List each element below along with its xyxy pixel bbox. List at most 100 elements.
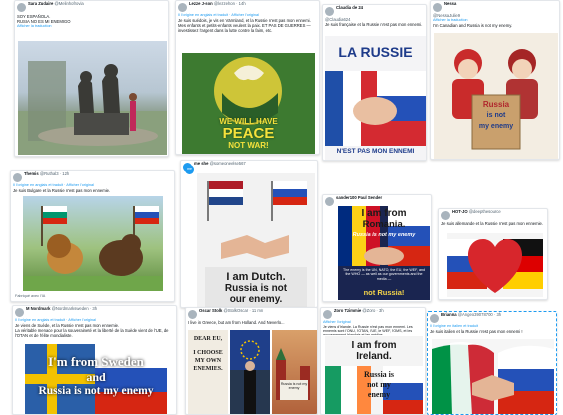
panel-1-line-2: I CHOOSE — [193, 350, 223, 356]
peace-poster[interactable]: WE WILL HAVE PEACE NOT WAR! — [182, 53, 315, 154]
lion-bear-image[interactable] — [23, 196, 163, 291]
tweet-text: I'm Canadian and Russia is not my enemy. — [433, 22, 513, 28]
tweet-sweden[interactable]: M Nordmark @Nordmarksweden · 3h Il l'ori… — [12, 305, 177, 415]
kremlin-scene — [276, 348, 310, 400]
author-name[interactable]: Nessa — [444, 1, 456, 6]
author-handle: @StolkOscar · 11 mn — [223, 308, 264, 313]
author-name[interactable]: Sara Zudaire — [28, 1, 53, 6]
heart-icon — [467, 239, 523, 293]
tweet-dutch[interactable]: me she @someoneelse567 me I am Dutch. Ru… — [180, 160, 318, 308]
tweet-themis[interactable]: Themis @Ruthal3 · 12h Il l'origine en an… — [10, 170, 175, 302]
author-name[interactable]: HOT-JO — [452, 209, 468, 214]
eu-figure — [230, 330, 270, 414]
poster-line-1: I am from — [351, 340, 397, 351]
avatar[interactable] — [441, 211, 450, 220]
avatar[interactable] — [433, 3, 442, 12]
italy-russia-handshake — [432, 342, 554, 414]
tweet-header: Themis @Ruthal3 · 12h — [11, 171, 174, 183]
translate-link[interactable]: Afficher la traduction — [15, 24, 168, 29]
author-name[interactable]: Lezze J-son — [189, 1, 213, 6]
tweet-sara[interactable]: Sara Zudaire @Melinhofrovia SOY ESPAÑOLA… — [14, 0, 169, 157]
tweet-brianna[interactable]: Brianna @Angeo39078700 · 3h Il l'origine… — [427, 311, 557, 415]
poster-line-4: The enemy is the UN, NATO, the EU, the W… — [343, 268, 425, 281]
sign-line-2: is not — [486, 112, 506, 119]
avatar[interactable] — [325, 7, 334, 16]
author-name[interactable]: me she — [194, 161, 208, 166]
tweet-header: Sara Zudaire @Melinhofrovia — [15, 1, 168, 13]
avatar[interactable] — [323, 310, 332, 319]
avatar[interactable] — [13, 173, 22, 182]
author-name[interactable]: sander100 Paul Sender — [336, 195, 382, 200]
author-name[interactable]: Oscar Stolk — [199, 308, 222, 313]
tweet-header: Oscar Stolk @StolkOscar · 11 mn — [186, 308, 317, 320]
author-handle: @Ruthal3 · 12h — [39, 171, 70, 176]
tweet-oscar[interactable]: Oscar Stolk @StolkOscar · 11 mn I live i… — [185, 307, 318, 415]
panel-1-line-1: DEAR EU, — [193, 336, 223, 342]
collage: Sara Zudaire @Melinhofrovia SOY ESPAÑOLA… — [0, 0, 563, 415]
poster-line-1: I'm from Sweden — [48, 354, 144, 369]
panel-1-line-4: ENEMIES. — [193, 366, 223, 372]
tweet-text: Je suis française et la Russie n'est pas… — [325, 22, 423, 27]
tweet-zoro[interactable]: Zoro Tzimmie @Zoro · 3h Afficher l'origi… — [320, 307, 426, 415]
italy-russia-image[interactable] — [432, 339, 554, 414]
author-handle: @lezzehon · 14h — [213, 1, 246, 6]
author-name[interactable]: M Nordmark — [26, 306, 50, 311]
dutch-poster[interactable]: I am Dutch. Russia is not our enemy. — [197, 173, 315, 307]
tweet-header: Claudia de 24 — [323, 5, 426, 17]
avatar[interactable] — [15, 308, 24, 317]
poster-line-4: not my — [367, 380, 391, 389]
sweden-poster[interactable]: I'm from Sweden and Russia is not my ene… — [25, 344, 167, 414]
heart-flags-image[interactable] — [447, 233, 543, 297]
handshake-flags — [325, 71, 426, 146]
tweet-hotjo[interactable]: HOT-JO @deepthesource Je suis allemande … — [438, 208, 548, 300]
author-handle: @Angeo39078700 · 3h — [457, 312, 502, 317]
ireland-poster[interactable]: I am from Ireland. Russia is not my enem… — [325, 336, 423, 414]
author-handle: @deepthesource — [468, 209, 501, 214]
avatar[interactable] — [188, 310, 197, 319]
tweet-claudia[interactable]: Claudia de 24 @Claudia624 Je suis frança… — [322, 4, 427, 161]
avatar[interactable] — [17, 3, 26, 12]
author-handle: @someoneelse567 — [209, 161, 246, 166]
dolls-illustration[interactable]: Russia is not my enemy — [434, 33, 558, 159]
oscar-panel-2[interactable] — [230, 330, 270, 414]
avatar[interactable] — [178, 3, 187, 12]
author-name[interactable]: Themis — [24, 171, 39, 176]
poster-line-2: and — [86, 370, 106, 384]
statue-photo[interactable] — [18, 41, 167, 155]
tweet-header: HOT-JO @deepthesource — [439, 209, 547, 221]
poster-line-2: Ireland. — [356, 351, 392, 362]
oscar-panel-1[interactable]: DEAR EU, I CHOOSE MY OWN ENEMIES. — [188, 330, 228, 414]
avatar[interactable] — [430, 314, 439, 323]
tweet-text: Je viens d'Irlande. La Russie n'est pas … — [323, 324, 413, 335]
panel-1-line-3: MY OWN — [194, 358, 222, 364]
avatar[interactable] — [325, 197, 334, 206]
romania-poster[interactable]: I am from Romania. Russia is not my enem… — [338, 206, 430, 300]
tweet-nessa[interactable]: Nessa @NessaJulie9 Afficher la traductio… — [430, 0, 560, 160]
lion-bear-art — [23, 206, 163, 291]
author-name[interactable]: Brianna — [441, 312, 457, 317]
tweet-text: Je suis Bulgare et la Russie n'est pas m… — [13, 187, 111, 193]
author-handle: @Nordmarksweden · 3h — [51, 306, 98, 311]
oscar-panel-3[interactable]: Russia is not my enemy — [272, 330, 317, 414]
poster-bottom: N'EST PAS MON ENNEMI — [336, 148, 415, 155]
tweet-romania[interactable]: sander100 Paul Sender I am from Romania.… — [322, 194, 432, 302]
statue-image — [18, 61, 167, 155]
poster-line-3: our enemy. — [229, 294, 283, 305]
poster-line-5: enemy — [367, 390, 391, 399]
author-name[interactable]: Zoro Tzimmie — [334, 308, 361, 313]
tweet-text-2: La véritable menace pour la souveraineté… — [15, 327, 169, 338]
poster-line-3: Russia is not my enemy — [38, 385, 154, 397]
tweet-text-1: Je suis suédois, je vis en Värmland, et … — [178, 17, 311, 23]
tweet-text: Je suis italien et la Russie n'est pas m… — [430, 328, 523, 334]
author-name[interactable]: Claudia de 24 — [336, 5, 363, 10]
poster-line-2: PEACE — [222, 125, 275, 142]
sign-line-3: my enemy — [478, 123, 514, 130]
author-handle: @Melinhofrovia — [54, 1, 84, 6]
tweet-lezze[interactable]: Lezze J-son @lezzehon · 14h Il l'origine… — [175, 0, 320, 155]
sign-line-1: Russia — [482, 100, 510, 109]
tweet-header: M Nordmark @Nordmarksweden · 3h — [13, 306, 176, 318]
poster-line-1: I am Dutch. — [226, 271, 286, 283]
poster-line-3: Russia is — [363, 370, 394, 379]
france-russia-poster[interactable]: LA RUSSIE N'EST PAS MON ENNEMI — [325, 36, 426, 160]
me-badge[interactable]: me — [185, 165, 194, 174]
